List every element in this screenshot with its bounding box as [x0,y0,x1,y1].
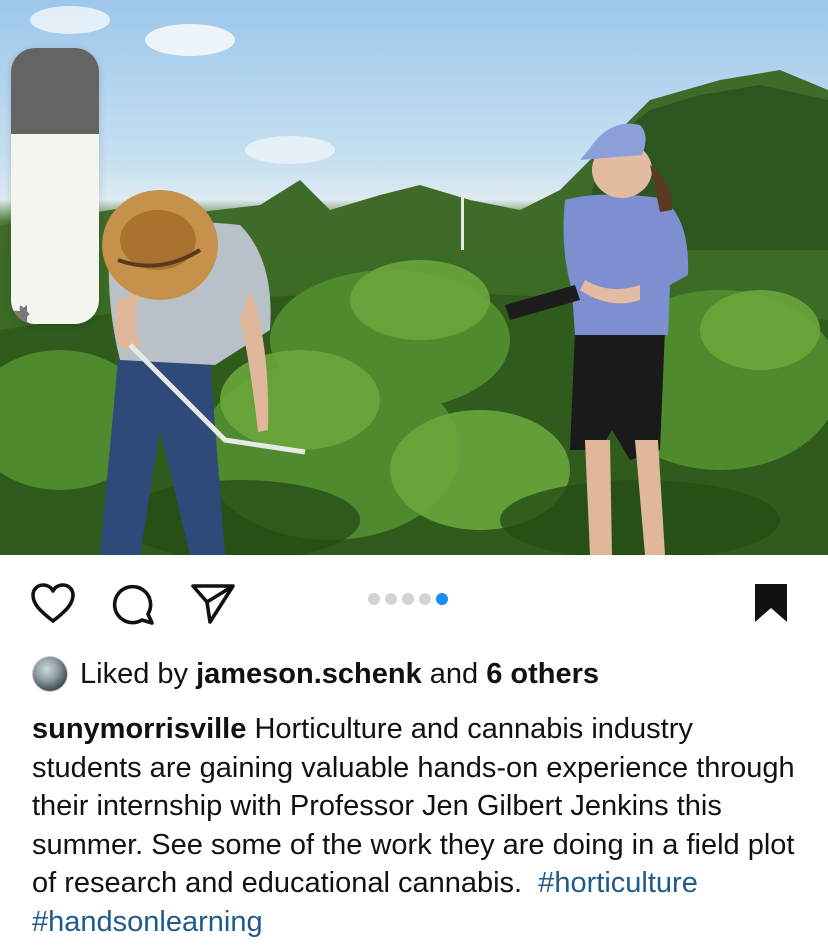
heart-icon [30,582,76,629]
volume-hud[interactable] [11,48,99,324]
liked-by-username[interactable]: jameson.schenk [196,654,422,694]
bookmark-icon [751,582,791,629]
volume-slider-empty [11,48,99,134]
carousel-dot-active [436,593,448,605]
save-button[interactable] [746,580,796,630]
like-button[interactable] [28,580,78,630]
caption-username[interactable]: sunymorrisville [32,713,246,745]
post-photo[interactable] [0,0,828,555]
carousel-dot [385,593,397,605]
hashtag-link[interactable]: #horticulture [538,867,698,899]
share-button[interactable] [188,580,238,630]
comment-button[interactable] [108,580,158,630]
liked-by-others[interactable]: 6 others [486,654,599,694]
liked-by-and: and [429,658,479,690]
send-icon [190,581,236,630]
carousel-dot [368,593,380,605]
post-caption: sunymorrisville Horticulture and cannabi… [32,710,802,941]
liker-avatar[interactable] [32,656,68,692]
hashtag-link[interactable]: #handsonlearning [32,906,263,938]
liked-by-prefix: Liked by [80,658,189,690]
carousel-dot [402,593,414,605]
carousel-indicator [368,593,448,605]
comment-icon [110,581,156,630]
photo-scene [0,6,828,555]
carousel-dot [419,593,431,605]
likes-row[interactable]: Liked by jameson.schenk and 6 others [32,654,599,694]
